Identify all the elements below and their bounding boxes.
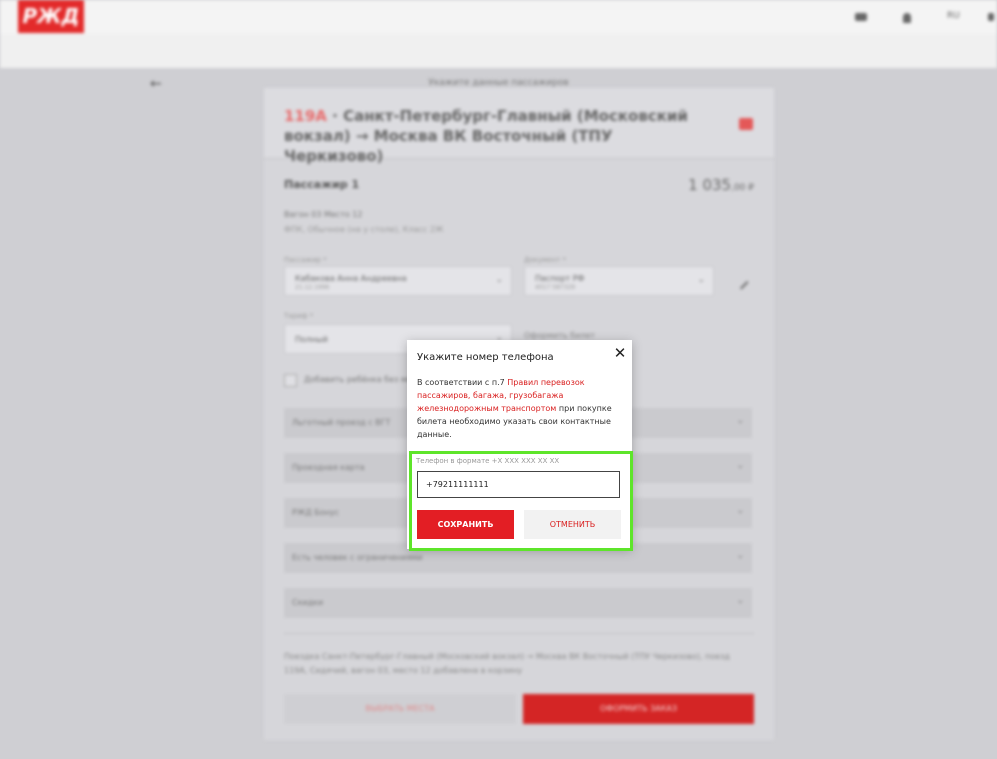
accordion-label: Есть человек с ограничениями [292,553,423,562]
place-order-button[interactable]: ОФОРМИТЬ ЗАКАЗ [523,694,754,724]
ticket-icon[interactable] [739,118,753,130]
passenger-select-sub: 21.12.1996 [295,284,330,291]
cart-note: Поездка Санкт-Петербург-Главный (Московс… [284,652,730,675]
price-main: 1 035 [688,176,732,194]
cancel-button[interactable]: ОТМЕНИТЬ [524,510,621,539]
currency-icon[interactable] [855,13,867,21]
chevron-down-icon: ⌄ [736,461,744,471]
modal-text-before: В соответствии с п.7 [417,378,508,387]
accordion-label: Льготный проезд с ВГТ [292,418,391,427]
seat-details: ФПК, Обычное (на у столе), Класс 2Ж [284,225,444,234]
chevron-down-icon: ⌄ [736,506,744,516]
accordion-label: Проездная карта [292,463,365,472]
save-button[interactable]: СОХРАНИТЬ [417,510,514,539]
passenger-field-label: Пассажир * [284,256,327,264]
document-select-sub: 4017 587329 [535,284,576,291]
choose-seats-button[interactable]: ВЫБРАТЬ МЕСТА [284,694,516,724]
document-select[interactable]: Паспорт РФ 4017 587329 ⌄ [524,266,714,296]
language-switch[interactable]: RU [947,11,960,21]
route-text: · Санкт-Петербург-Главный (Московский во… [284,107,688,165]
chevron-down-icon: ⌄ [736,416,744,426]
sub-bar: ← Укажите данные пассажиров [0,34,997,92]
seat-info: Вагон 03 Место 12 [284,210,363,219]
modal-text: В соответствии с п.7 Правил перевозок па… [417,376,617,441]
menu-icon[interactable] [988,13,994,21]
top-bar: РЖД RU [0,0,997,34]
accordion-label: РЖД Бонус [292,508,339,517]
user-icon[interactable] [903,13,911,23]
divider [284,633,754,634]
passenger-select-value: Кабакова Анна Андреевна [295,274,407,283]
route-title: 119А · Санкт-Петербург-Главный (Московск… [284,106,704,166]
accordion-label: Скидки [292,598,324,607]
right-note: Оформить билет [524,331,596,340]
child-checkbox[interactable] [284,374,297,387]
train-number: 119А [284,107,327,125]
phone-field-label: Телефон в формате +Х ХХХ ХХХ ХХ ХХ [416,457,560,465]
phone-input[interactable] [417,471,620,498]
document-field-label: Документ * [524,256,567,264]
chevron-down-icon: ⌄ [736,551,744,561]
modal-title: Укажите номер телефона [417,352,554,363]
rzd-logo[interactable]: РЖД [18,0,84,33]
trip-header: 119А · Санкт-Петербург-Главный (Московск… [264,88,774,165]
page-title: Укажите данные пассажиров [428,78,569,88]
passenger-title: Пассажир 1 [284,178,360,191]
passenger-select[interactable]: Кабакова Анна Андреевна 21.12.1996 ⌄ [284,266,512,296]
price-cents: ,00 ₽ [731,183,754,193]
chevron-down-icon: ⌄ [697,275,705,285]
document-select-value: Паспорт РФ [535,274,585,283]
tariff-field-label: Тариф * [284,312,314,320]
tariff-select-value: Полный [295,335,328,344]
price: 1 035,00 ₽ [688,176,754,194]
edit-icon[interactable] [731,272,749,290]
close-icon[interactable]: ✕ [611,344,629,362]
accordion-discounts[interactable]: Скидки ⌄ [284,588,752,618]
chevron-down-icon: ⌄ [495,275,503,285]
chevron-down-icon: ⌄ [736,596,744,606]
